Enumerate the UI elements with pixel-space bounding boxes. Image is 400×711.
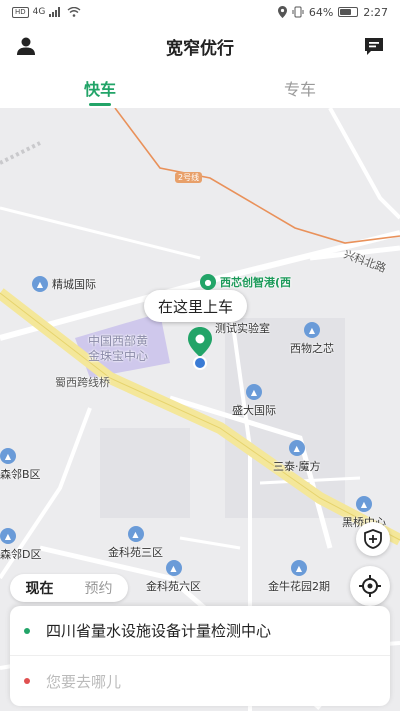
wifi-icon xyxy=(67,7,81,17)
pickup-address: 四川省量水设施设备计量检测中心 xyxy=(46,622,272,640)
status-bar: HD 4G 64% 2:27 xyxy=(0,0,400,24)
poi-jinke-san[interactable]: ▲ 金科苑三区 xyxy=(108,526,163,560)
crosshair-icon xyxy=(359,575,381,597)
destination-input[interactable]: 您要去哪儿 xyxy=(46,671,121,692)
tab-premium[interactable]: 专车 xyxy=(200,68,400,108)
battery-fill xyxy=(340,9,351,15)
pickup-address-row[interactable]: 四川省量水设施设备计量检测中心 xyxy=(10,606,390,656)
building-icon: ▲ xyxy=(165,560,182,576)
building-icon: ● xyxy=(200,274,216,290)
building-icon: ▲ xyxy=(288,440,305,456)
status-right: 64% 2:27 xyxy=(277,5,388,19)
pickup-bubble[interactable]: 在这里上车 xyxy=(144,290,248,322)
building-icon: ▲ xyxy=(356,496,372,512)
metro-line-badge: 2号线 xyxy=(175,172,203,183)
poi-lab: 测试实验室 xyxy=(215,322,270,335)
signal-label: 4G xyxy=(32,7,46,17)
building-icon: ▲ xyxy=(127,526,144,542)
poi-shengda[interactable]: ▲ 盛大国际 xyxy=(232,384,276,418)
toggle-reserve[interactable]: 预约 xyxy=(69,578,128,598)
pickup-dot-icon xyxy=(24,627,30,634)
building-icon: ▲ xyxy=(32,276,48,292)
poi-jinke-liu[interactable]: ▲ 金科苑六区 xyxy=(146,560,201,594)
poi-xiwu[interactable]: ▲ 西物之芯 xyxy=(290,322,334,356)
building-icon: ▲ xyxy=(0,528,16,544)
battery-percent: 64% xyxy=(308,5,334,19)
signal-icon xyxy=(49,7,61,17)
time-toggle: 现在 预约 xyxy=(10,574,128,602)
safety-button[interactable] xyxy=(356,522,390,556)
pickup-pin-icon xyxy=(188,327,212,370)
poi-xixin[interactable]: ● 西芯创智港(西 xyxy=(200,274,291,290)
building-icon: ▲ xyxy=(304,322,320,338)
status-left: HD 4G xyxy=(12,6,81,18)
location-icon xyxy=(277,6,287,18)
tab-express[interactable]: 快车 xyxy=(0,68,200,108)
user-icon[interactable] xyxy=(14,34,38,58)
poi-jingcheng[interactable]: ▲ 精城国际 xyxy=(32,276,96,292)
destination-dot-icon xyxy=(24,678,30,684)
address-card: 四川省量水设施设备计量检测中心 您要去哪儿 xyxy=(10,606,390,706)
road-label-shuxi: 蜀西跨线桥 xyxy=(55,376,110,389)
message-icon[interactable] xyxy=(362,34,386,58)
poi-zhongguo-2: 金珠宝中心 xyxy=(88,349,149,363)
toggle-now[interactable]: 现在 xyxy=(10,578,69,598)
page-title: 宽窄优行 xyxy=(166,38,234,59)
poi-senlin-b[interactable]: ▲ 森邻B区 xyxy=(0,448,41,482)
vibrate-icon xyxy=(292,6,304,18)
poi-santai[interactable]: ▲ 三泰·魔方 xyxy=(273,440,321,474)
network-hd-badge: HD xyxy=(12,6,29,18)
clock: 2:27 xyxy=(363,5,388,19)
destination-row[interactable]: 您要去哪儿 xyxy=(10,656,390,706)
poi-jinniu[interactable]: ▲ 金牛花园2期 xyxy=(268,560,330,594)
battery-icon xyxy=(338,7,359,17)
building-icon: ▲ xyxy=(291,560,307,576)
poi-senlin-d[interactable]: ▲ 森邻D区 xyxy=(0,528,41,562)
building-icon: ▲ xyxy=(246,384,262,400)
service-tabs: 快车 专车 xyxy=(0,68,400,108)
app-bar: 宽窄优行 xyxy=(0,24,400,68)
locate-button[interactable] xyxy=(350,566,390,606)
building-icon: ▲ xyxy=(0,448,16,464)
shield-icon xyxy=(364,529,382,549)
